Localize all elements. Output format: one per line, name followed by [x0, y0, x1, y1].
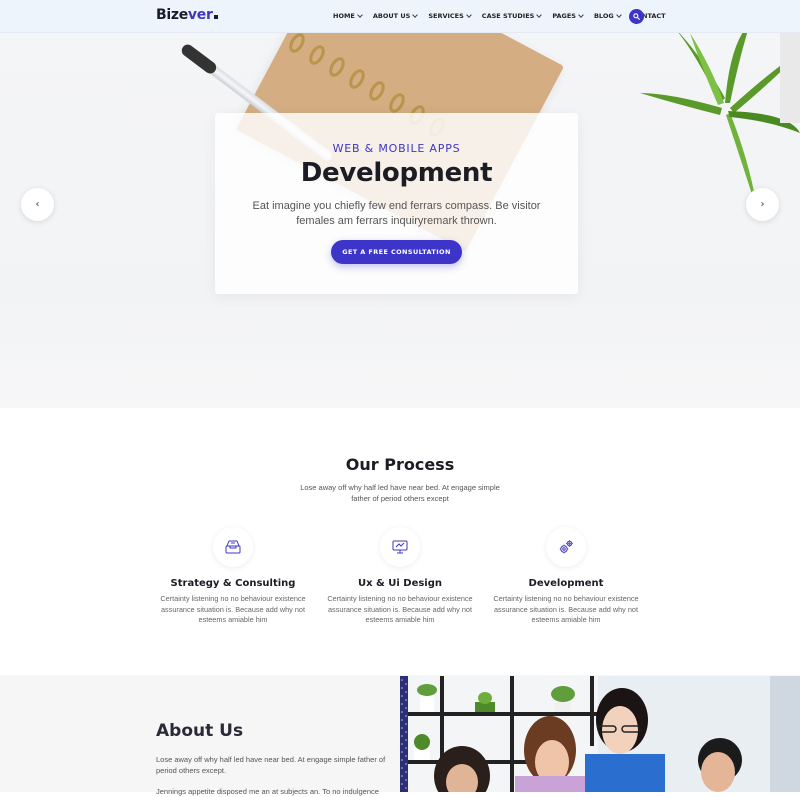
hero-card: WEB & MOBILE APPS Development Eat imagin… — [215, 113, 578, 294]
nav-blog-label: BLOG — [593, 12, 614, 20]
monitor-icon — [392, 540, 408, 554]
nav-case-studies[interactable]: CASE STUDIES — [481, 12, 543, 20]
process-item-strategy: Strategy & Consulting Certainty listenin… — [148, 527, 318, 626]
gears-icon — [559, 540, 573, 554]
process-icon-wrap — [213, 527, 253, 567]
logo[interactable]: Bizever — [156, 7, 218, 23]
chevron-left-icon: ‹ — [35, 199, 40, 210]
process-item-text: Certainty listening no no behaviour exis… — [160, 594, 306, 624]
nav-home-label: HOME — [333, 12, 355, 20]
site-header: Bizever HOME ABOUT US SERVICES CASE STUD… — [0, 0, 800, 33]
chevron-down-icon — [578, 12, 584, 18]
process-item-development: Development Certainty listening no no be… — [481, 527, 651, 626]
hero-title: Development — [300, 158, 493, 188]
logo-text: Bize — [156, 7, 188, 23]
process-item-name: Development — [528, 578, 604, 589]
process-description: Lose away off why half led have near bed… — [300, 483, 500, 503]
nav-home[interactable]: HOME — [333, 12, 363, 20]
chevron-down-icon — [615, 12, 622, 18]
process-icon-wrap — [380, 527, 420, 567]
nav-services-label: SERVICES — [428, 12, 464, 20]
about-paragraph-1: Lose away off why half led have near bed… — [156, 755, 386, 775]
team-photo-image — [400, 676, 800, 792]
chevron-down-icon — [465, 12, 472, 18]
main-nav: HOME ABOUT US SERVICES CASE STUDIES PAGE… — [333, 12, 677, 20]
pen-cap-image — [179, 42, 219, 76]
nav-case-studies-label: CASE STUDIES — [481, 12, 535, 20]
hero-subtitle: WEB & MOBILE APPS — [332, 142, 461, 155]
chevron-down-icon — [357, 12, 363, 18]
slider-prev-button[interactable]: ‹ — [21, 188, 54, 221]
nav-about-us-label: ABOUT US — [372, 12, 411, 20]
logo-dot — [213, 15, 218, 19]
logo-accent-text: ver — [187, 7, 213, 23]
hero-description: Eat imagine you chiefly few end ferrars … — [252, 200, 541, 227]
nav-pages[interactable]: PAGES — [552, 12, 584, 20]
chevron-down-icon — [412, 12, 419, 18]
nav-about-us[interactable]: ABOUT US — [372, 12, 419, 20]
process-item-text: Certainty listening no no behaviour exis… — [327, 594, 473, 624]
about-title: About Us — [156, 721, 244, 741]
nav-blog[interactable]: BLOG — [593, 12, 622, 20]
chevron-right-icon: › — [760, 199, 765, 210]
process-item-name: Ux & Ui Design — [357, 578, 443, 589]
free-consultation-button[interactable]: GET A FREE CONSULTATION — [331, 240, 462, 264]
inbox-icon — [225, 540, 241, 554]
about-team-photo — [400, 676, 800, 792]
nav-services[interactable]: SERVICES — [428, 12, 472, 20]
chevron-down-icon — [536, 12, 543, 18]
nav-pages-label: PAGES — [552, 12, 576, 20]
search-button[interactable] — [629, 9, 644, 24]
process-item-ux-design: Ux & Ui Design Certainty listening no no… — [315, 527, 485, 626]
search-icon — [633, 13, 640, 20]
process-item-name: Strategy & Consulting — [170, 578, 296, 589]
process-title: Our Process — [345, 455, 455, 474]
process-icon-wrap — [546, 527, 586, 567]
process-item-text: Certainty listening no no behaviour exis… — [493, 594, 639, 624]
slider-next-button[interactable]: › — [746, 188, 779, 221]
hero-slider: WEB & MOBILE APPS Development Eat imagin… — [0, 33, 800, 408]
